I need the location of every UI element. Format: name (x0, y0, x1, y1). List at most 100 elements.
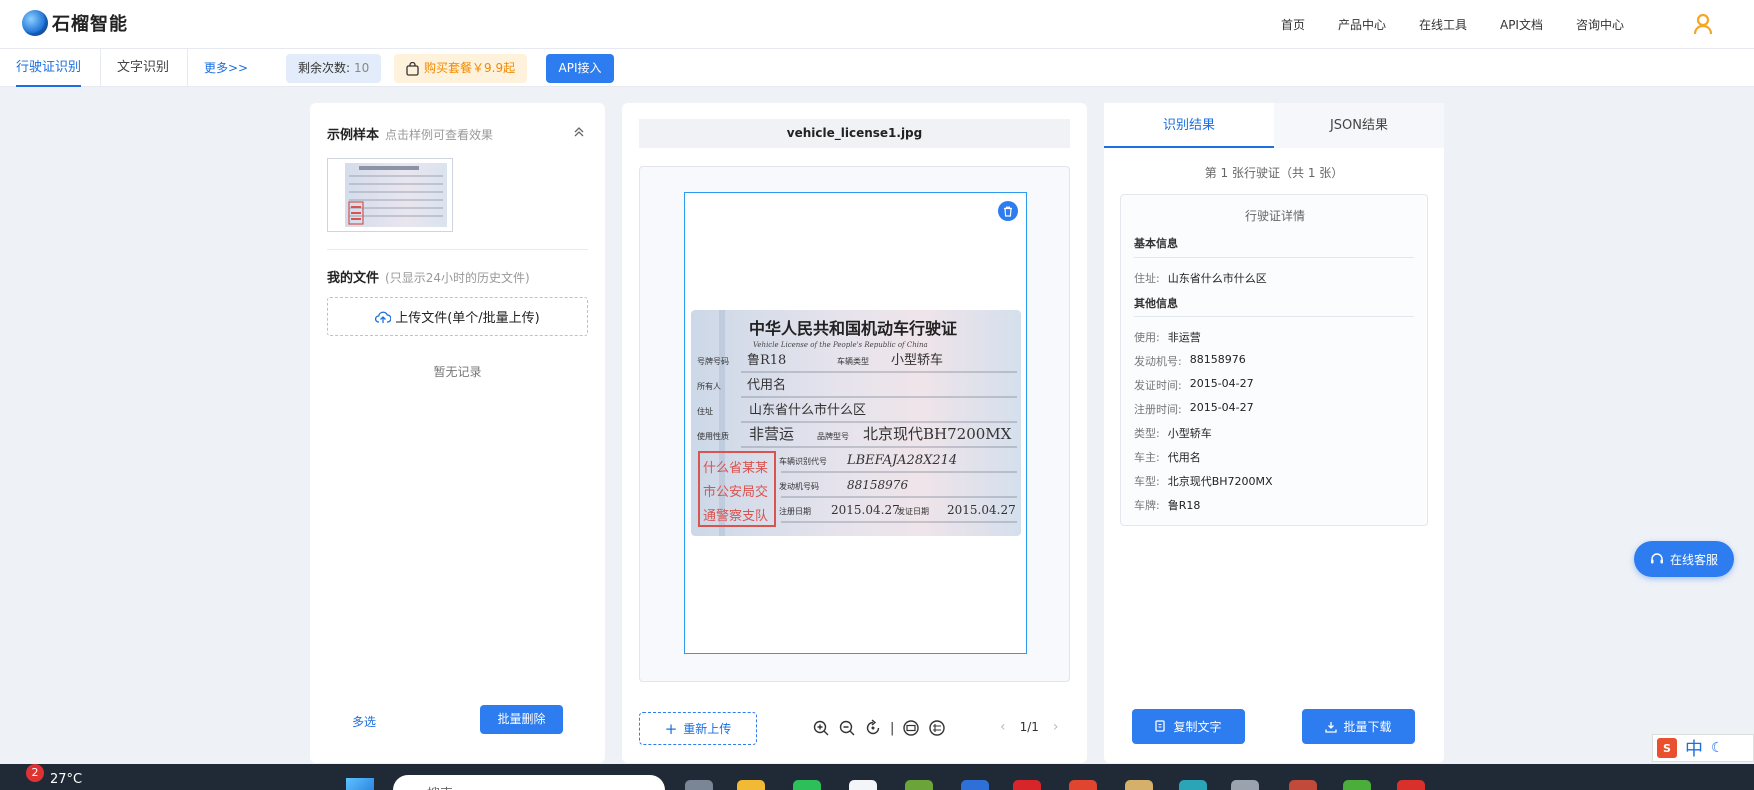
license-issue-label: 发证日期 (897, 506, 929, 516)
rotate-icon[interactable] (864, 719, 882, 737)
sample-license-image (345, 163, 447, 227)
reupload-label: 重新上传 (683, 722, 732, 736)
bag-icon (406, 61, 419, 76)
image-toolbar: | (812, 719, 946, 737)
preview-panel: vehicle_license1.jpg 中华人民共和国机动车行驶证 Vehic… (622, 103, 1087, 763)
taskbar-app-icon[interactable] (685, 780, 713, 790)
tab-json-result[interactable]: JSON结果 (1274, 103, 1444, 148)
user-icon[interactable] (1693, 13, 1713, 35)
nav-api-docs[interactable]: API文档 (1500, 16, 1543, 33)
group-title-basic: 基本信息 (1134, 237, 1178, 250)
ime-mode[interactable]: 中 (1685, 735, 1703, 761)
zoom-in-icon[interactable] (812, 719, 830, 737)
nav-products[interactable]: 产品中心 (1338, 16, 1386, 33)
tab-text-ocr[interactable]: 文字识别 (117, 49, 169, 87)
license-detail-card: 行驶证详情 基本信息 住址: 山东省什么市什么区 其他信息 使用: 非运营 发动机号… (1120, 194, 1428, 526)
license-engine: 88158976 (847, 478, 908, 492)
headset-icon (1650, 553, 1663, 564)
notification-badge: 2 (26, 764, 44, 782)
license-plate: 鲁R18 (747, 353, 786, 368)
taskbar-app-icon[interactable] (961, 780, 989, 790)
chrome-icon[interactable] (1069, 780, 1097, 790)
license-stamp-line-1: 什么省某某 (703, 461, 768, 476)
remaining-count: 剩余次数: 10 (286, 54, 382, 83)
nav-consult[interactable]: 咨询中心 (1576, 16, 1624, 33)
temperature: 27°C (50, 771, 83, 787)
sample-thumbnail[interactable] (327, 158, 453, 232)
field-key: 发动机号: (1134, 355, 1182, 368)
result-tabs: 识别结果 JSON结果 (1104, 103, 1444, 148)
chevron-up-icon[interactable] (572, 125, 586, 139)
page-indicator: 1/1 (1019, 720, 1039, 734)
sample-hint: 点击样例可查看效果 (385, 128, 494, 142)
upload-file-button[interactable]: 上传文件(单个/批量上传) (327, 297, 588, 336)
nav-home[interactable]: 首页 (1281, 16, 1305, 33)
toolbar-separator: | (890, 720, 895, 736)
nav-tools[interactable]: 在线工具 (1419, 16, 1467, 33)
trash-icon[interactable] (998, 201, 1018, 221)
field-type: 类型: 小型轿车 (1134, 425, 1212, 441)
field-value: 非运营 (1167, 331, 1201, 344)
sub-toolbar: 行驶证识别 文字识别 更多>> 剩余次数: 10 购买套餐￥9.9起 API接入 (0, 49, 1754, 87)
field-register-date: 注册时间: 2015-04-27 (1134, 401, 1254, 417)
sample-title: 示例样本 (327, 128, 380, 143)
logo[interactable]: 石榴智能 (22, 10, 128, 36)
moon-icon[interactable]: ☾ (1711, 740, 1724, 756)
license-stamp-line-2: 市公安局交 (703, 484, 768, 500)
taskbar-search[interactable]: 搜索 (393, 775, 665, 790)
chevron-left-icon[interactable]: ‹ (1000, 719, 1006, 735)
main-nav: 首页 产品中心 在线工具 API文档 咨询中心 (1281, 0, 1624, 49)
download-icon (1325, 721, 1338, 733)
windows-start-icon[interactable] (346, 778, 374, 790)
license-issue-date: 2015.04.27 (947, 503, 1016, 517)
taskbar-app-icon[interactable] (1231, 780, 1259, 790)
copy-text-button[interactable]: 复制文字 (1132, 709, 1245, 744)
taskbar-app-icon[interactable] (1289, 780, 1317, 790)
license-address-label: 住址 (697, 406, 713, 416)
taskbar-app-icon[interactable] (1343, 780, 1371, 790)
tab-vehicle-license[interactable]: 行驶证识别 (16, 49, 82, 87)
tab-divider (187, 49, 188, 87)
more-link[interactable]: 更多>> (204, 49, 248, 87)
api-access-button[interactable]: API接入 (546, 54, 614, 83)
field-address: 住址: 山东省什么市什么区 (1134, 270, 1267, 286)
field-key: 注册时间: (1134, 403, 1182, 416)
license-owner-label: 所有人 (697, 381, 721, 391)
ime-toolbar[interactable]: S 中 ☾ (1652, 734, 1754, 762)
buy-package-button[interactable]: 购买套餐￥9.9起 (394, 54, 528, 83)
top-navbar: 石榴智能 首页 产品中心 在线工具 API文档 咨询中心 (0, 0, 1754, 49)
upload-file-label: 上传文件(单个/批量上传) (395, 311, 540, 326)
online-service-label: 在线客服 (1669, 552, 1718, 567)
batch-download-button[interactable]: 批量下载 (1302, 709, 1415, 744)
ime-logo-icon: S (1657, 738, 1677, 758)
original-size-icon[interactable] (928, 719, 946, 737)
field-value: 山东省什么市什么区 (1167, 272, 1267, 285)
license-stamp-line-3: 通警察支队 (703, 508, 768, 524)
pager: ‹ 1/1 › (1000, 719, 1059, 735)
wechat-icon[interactable] (793, 780, 821, 790)
online-service-button[interactable]: 在线客服 (1634, 541, 1734, 577)
field-key: 使用: (1134, 331, 1160, 344)
taskbar-app-icon[interactable] (1179, 780, 1207, 790)
taskbar-app-icon[interactable] (1397, 780, 1425, 790)
license-vin: LBEFAJA28X214 (846, 453, 957, 468)
taskbar-app-icon[interactable] (905, 780, 933, 790)
taskbar-app-icon[interactable] (1013, 780, 1041, 790)
zoom-out-icon[interactable] (838, 719, 856, 737)
multi-select-button[interactable]: 多选 (352, 713, 376, 730)
reupload-button[interactable]: + 重新上传 (639, 712, 757, 745)
tab-recognition-result[interactable]: 识别结果 (1104, 103, 1274, 148)
taskbar-app-icon[interactable] (849, 780, 877, 790)
field-key: 车牌: (1134, 499, 1160, 512)
file-explorer-icon[interactable] (737, 780, 765, 790)
fit-icon[interactable] (902, 719, 920, 737)
batch-delete-button[interactable]: 批量删除 (480, 705, 563, 734)
image-frame[interactable]: 中华人民共和国机动车行驶证 Vehicle License of the Peo… (684, 192, 1027, 654)
taskbar-app-icon[interactable] (1125, 780, 1153, 790)
chevron-right-icon[interactable]: › (1053, 719, 1059, 735)
section-divider (327, 249, 588, 250)
copy-icon (1155, 720, 1166, 732)
weather-widget[interactable]: 2 27°C (26, 764, 83, 788)
group-title-other: 其他信息 (1134, 297, 1178, 310)
field-value: 代用名 (1167, 451, 1201, 464)
